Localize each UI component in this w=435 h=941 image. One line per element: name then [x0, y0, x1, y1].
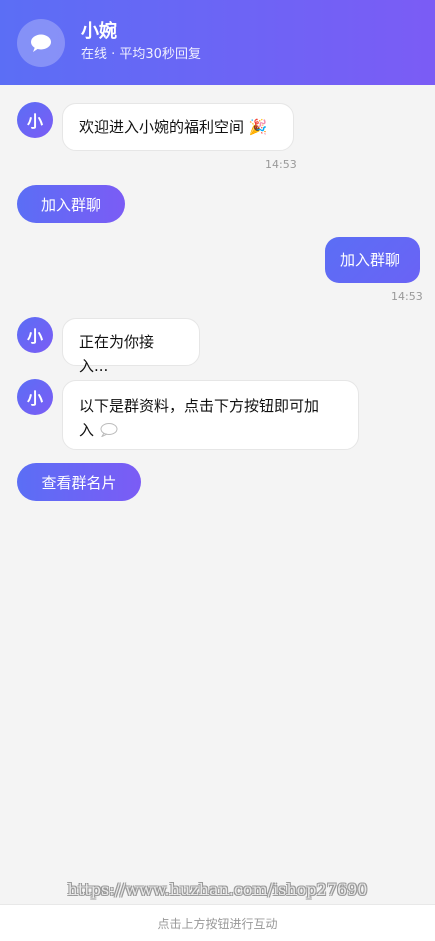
message-time: 14:53: [391, 290, 423, 303]
bot-avatar: 小: [17, 102, 53, 138]
user-message-bubble: 加入群聊: [325, 237, 420, 283]
footer-hint: 点击上方按钮进行互动: [157, 916, 278, 931]
message-bubble: 欢迎进入小婉的福利空间 🎉: [62, 103, 294, 151]
watermark-text: https://www.huzhan.com/ishop27690: [67, 880, 368, 899]
speech-bubble-icon: [100, 423, 118, 437]
view-group-card-button[interactable]: 查看群名片: [17, 463, 141, 501]
footer-bar: 点击上方按钮进行互动: [0, 904, 435, 941]
chat-bubble-icon: [31, 34, 51, 52]
bot-avatar: 小: [17, 379, 53, 415]
message-text-line: 以下是群资料，点击下方按钮即可加: [79, 397, 320, 415]
chat-header: 小婉 在线 · 平均30秒回复: [0, 0, 435, 85]
join-group-button[interactable]: 加入群聊: [17, 185, 125, 223]
online-status: 在线 · 平均30秒回复: [81, 47, 201, 62]
message-text-line: 入: [79, 421, 95, 439]
message-bubble: 正在为你接入...: [62, 318, 200, 375]
header-avatar: [17, 18, 65, 67]
message-bubble: 以下是群资料，点击下方按钮即可加 入: [62, 380, 359, 450]
chat-title: 小婉: [81, 21, 117, 42]
message-time: 14:53: [265, 158, 297, 171]
bot-avatar: 小: [17, 317, 53, 353]
